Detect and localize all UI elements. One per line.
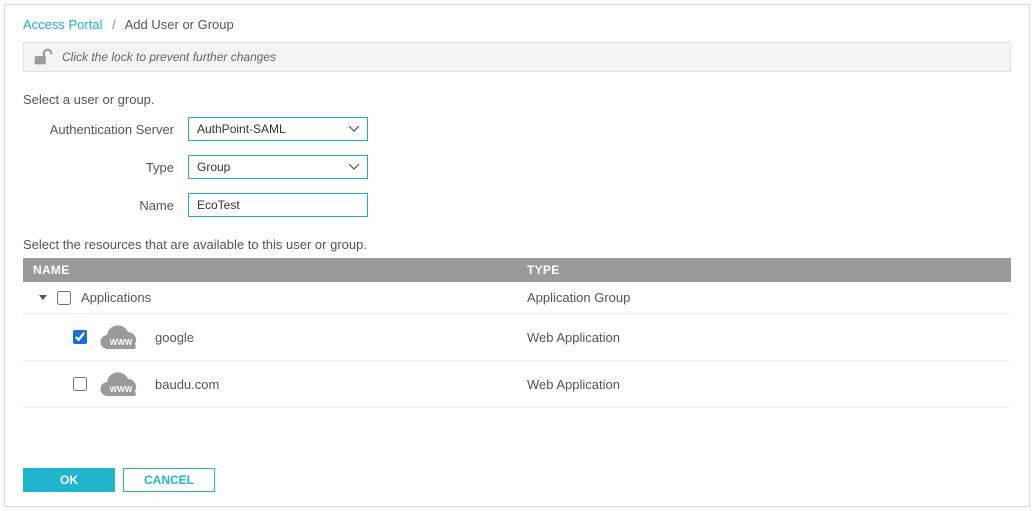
- button-row: OK CANCEL: [23, 468, 215, 492]
- select-type[interactable]: Group: [188, 155, 368, 179]
- cloud-www-icon: WWW: [97, 322, 145, 352]
- lock-bar: Click the lock to prevent further change…: [23, 42, 1011, 72]
- resource-label: baudu.com: [155, 377, 219, 392]
- th-name: NAME: [23, 258, 517, 282]
- cancel-button[interactable]: CANCEL: [123, 468, 215, 492]
- breadcrumb-sep: /: [112, 17, 116, 32]
- row-type: Type Group: [23, 155, 1011, 179]
- label-type: Type: [23, 160, 188, 175]
- unlock-icon[interactable]: [32, 46, 54, 68]
- lock-bar-message: Click the lock to prevent further change…: [62, 50, 276, 64]
- table-row: WWW google Web Application: [23, 314, 1011, 361]
- caret-down-icon[interactable]: [39, 295, 47, 300]
- resource-type: Web Application: [517, 361, 1011, 408]
- input-name[interactable]: [188, 193, 368, 217]
- ok-button[interactable]: OK: [23, 468, 115, 492]
- table-row: WWW baudu.com Web Application: [23, 361, 1011, 408]
- breadcrumb-link-root[interactable]: Access Portal: [23, 17, 102, 32]
- table-row-group: Applications Application Group: [23, 282, 1011, 314]
- group-type: Application Group: [517, 282, 1011, 314]
- checkbox-google[interactable]: [73, 330, 87, 344]
- breadcrumb-current: Add User or Group: [125, 17, 234, 32]
- label-name: Name: [23, 198, 188, 213]
- row-name: Name: [23, 193, 1011, 217]
- th-type: TYPE: [517, 258, 1011, 282]
- cloud-www-icon: WWW: [97, 369, 145, 399]
- select-auth-server[interactable]: AuthPoint-SAML: [188, 117, 368, 141]
- group-label: Applications: [81, 290, 151, 305]
- label-auth-server: Authentication Server: [23, 122, 188, 137]
- resource-label: google: [155, 330, 194, 345]
- page-frame: Access Portal / Add User or Group Click …: [4, 4, 1030, 507]
- section1-label: Select a user or group.: [23, 92, 1011, 107]
- svg-text:WWW: WWW: [110, 338, 133, 347]
- checkbox-applications[interactable]: [57, 291, 71, 305]
- checkbox-baudu[interactable]: [73, 377, 87, 391]
- breadcrumb: Access Portal / Add User or Group: [23, 17, 1011, 32]
- svg-text:WWW: WWW: [110, 385, 133, 394]
- resources-table: NAME TYPE Applications Application Group: [23, 258, 1011, 408]
- row-auth-server: Authentication Server AuthPoint-SAML: [23, 117, 1011, 141]
- section2-label: Select the resources that are available …: [23, 237, 1011, 252]
- resource-type: Web Application: [517, 314, 1011, 361]
